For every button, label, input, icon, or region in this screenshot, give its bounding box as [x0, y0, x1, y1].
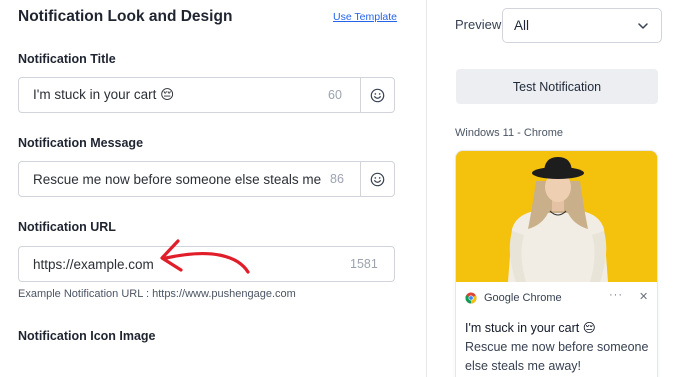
notification-message-value: Rescue me now before someone else steals…	[33, 171, 325, 187]
url-char-counter: 1581	[350, 257, 378, 271]
preview-notification-title: I'm stuck in your cart 😔	[465, 321, 596, 335]
title-emoji-button[interactable]	[360, 78, 394, 112]
smiley-icon	[370, 172, 385, 186]
smiley-icon	[370, 88, 385, 102]
more-icon[interactable]: ···	[609, 289, 623, 301]
notification-icon-label: Notification Icon Image	[18, 329, 156, 343]
notification-message-label: Notification Message	[18, 136, 144, 150]
preview-label: Preview	[455, 17, 502, 32]
close-icon[interactable]: ✕	[639, 290, 648, 303]
notification-title-input[interactable]: I'm stuck in your cart 😔 60	[18, 77, 395, 113]
platform-label: Windows 11 - Chrome	[455, 127, 563, 139]
use-template-link[interactable]: Use Template	[333, 11, 397, 23]
browser-name: Google Chrome	[484, 292, 562, 304]
preview-notification-message: Rescue me now before someone else steals…	[465, 340, 649, 373]
preview-panel: Preview All Test Notification Windows 11…	[427, 0, 680, 377]
notification-preview-card: Google Chrome ··· ✕ I'm stuck in your ca…	[455, 150, 658, 377]
notification-hero-image	[456, 151, 657, 282]
chrome-icon	[465, 292, 477, 304]
notification-title-value: I'm stuck in your cart 😔	[33, 87, 175, 102]
notification-url-label: Notification URL	[18, 220, 116, 234]
message-emoji-button[interactable]	[360, 162, 394, 196]
title-char-counter: 60	[328, 88, 342, 102]
chevron-down-icon	[638, 23, 648, 29]
section-title: Notification Look and Design	[18, 8, 233, 25]
url-example-hint: Example Notification URL : https://www.p…	[18, 288, 296, 300]
message-char-counter: 86	[330, 172, 344, 186]
notification-header: Google Chrome ··· ✕	[456, 284, 657, 312]
test-notification-button[interactable]: Test Notification	[456, 69, 658, 104]
design-panel: Notification Look and Design Use Templat…	[0, 0, 426, 377]
notification-message-input[interactable]: Rescue me now before someone else steals…	[18, 161, 395, 197]
arrow-annotation	[160, 239, 250, 274]
preview-select-value: All	[514, 18, 530, 33]
notification-url-value: https://example.com	[33, 256, 154, 272]
notification-title-label: Notification Title	[18, 52, 116, 66]
preview-platform-select[interactable]: All	[502, 8, 662, 43]
